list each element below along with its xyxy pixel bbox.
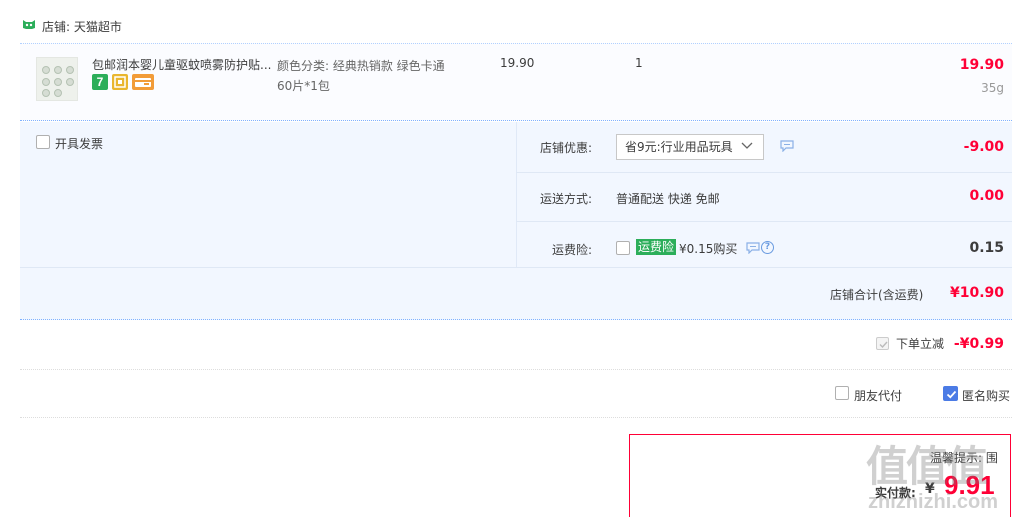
divider xyxy=(20,417,1012,418)
instant-discount-value: -¥0.99 xyxy=(953,336,1004,352)
insurance-tag: 运费险 xyxy=(636,239,677,255)
shop-total-value: ¥10.90 xyxy=(949,285,1004,301)
friend-pay-checkbox[interactable] xyxy=(835,386,849,400)
insurance-checkbox[interactable] xyxy=(616,241,630,255)
sku-info: 颜色分类: 经典热销款 绿色卡通 60片*1包 xyxy=(277,56,477,96)
quantity: 1 xyxy=(635,56,643,70)
instant-discount-checkbox[interactable] xyxy=(876,337,889,350)
shipping-method: 普通配送 快递 免邮 xyxy=(616,192,720,206)
item-row xyxy=(20,43,1012,121)
chat-icon[interactable] xyxy=(780,140,794,152)
tmall-cat-icon xyxy=(23,20,35,29)
item-weight: 35g xyxy=(981,81,1004,95)
credit-card-icon[interactable] xyxy=(132,74,154,90)
instant-discount-label: 下单立减 xyxy=(896,337,945,351)
sku-color: 颜色分类: 经典热销款 绿色卡通 xyxy=(277,59,445,73)
friend-pay-label[interactable]: 朋友代付 xyxy=(854,387,902,404)
help-icon[interactable]: ? xyxy=(761,241,774,254)
unit-price: 19.90 xyxy=(500,56,535,70)
anonymous-label[interactable]: 匿名购买 xyxy=(962,387,1010,404)
watermark-url: zhizhizhi.com xyxy=(868,491,998,513)
discount-label: 店铺优惠: xyxy=(539,141,592,155)
shipping-label: 运送方式: xyxy=(539,192,592,206)
divider xyxy=(516,221,1012,222)
sku-spec: 60片*1包 xyxy=(277,79,330,93)
chevron-down-icon[interactable] xyxy=(741,141,753,151)
shop-total-label: 店铺合计(含运费) xyxy=(830,288,924,302)
item-subtotal: 19.90 xyxy=(959,57,1004,73)
product-title[interactable]: 包邮润本婴儿童驱蚊喷雾防护贴... xyxy=(92,56,271,73)
seven-day-return-icon[interactable]: 7 xyxy=(92,74,108,90)
invoice-label[interactable]: 开具发票 xyxy=(55,135,103,152)
divider xyxy=(516,172,1012,173)
anonymous-checkbox[interactable] xyxy=(943,386,958,401)
watermark-logo: 值值值 xyxy=(866,445,988,491)
shipping-fee: 0.00 xyxy=(969,188,1004,204)
divider xyxy=(20,267,1012,268)
discount-value: -9.00 xyxy=(963,139,1004,155)
product-thumbnail[interactable] xyxy=(36,57,78,101)
invoice-checkbox[interactable] xyxy=(36,135,50,149)
divider xyxy=(20,369,1012,370)
shop-name[interactable]: 店铺: 天猫超市 xyxy=(42,18,122,35)
chat-icon[interactable] xyxy=(746,242,760,254)
insurance-price: ¥0.15购买 xyxy=(679,242,738,256)
insurance-value: 0.15 xyxy=(969,240,1004,256)
guarantee-icon[interactable] xyxy=(112,74,128,90)
insurance-label: 运费险: xyxy=(551,243,592,257)
